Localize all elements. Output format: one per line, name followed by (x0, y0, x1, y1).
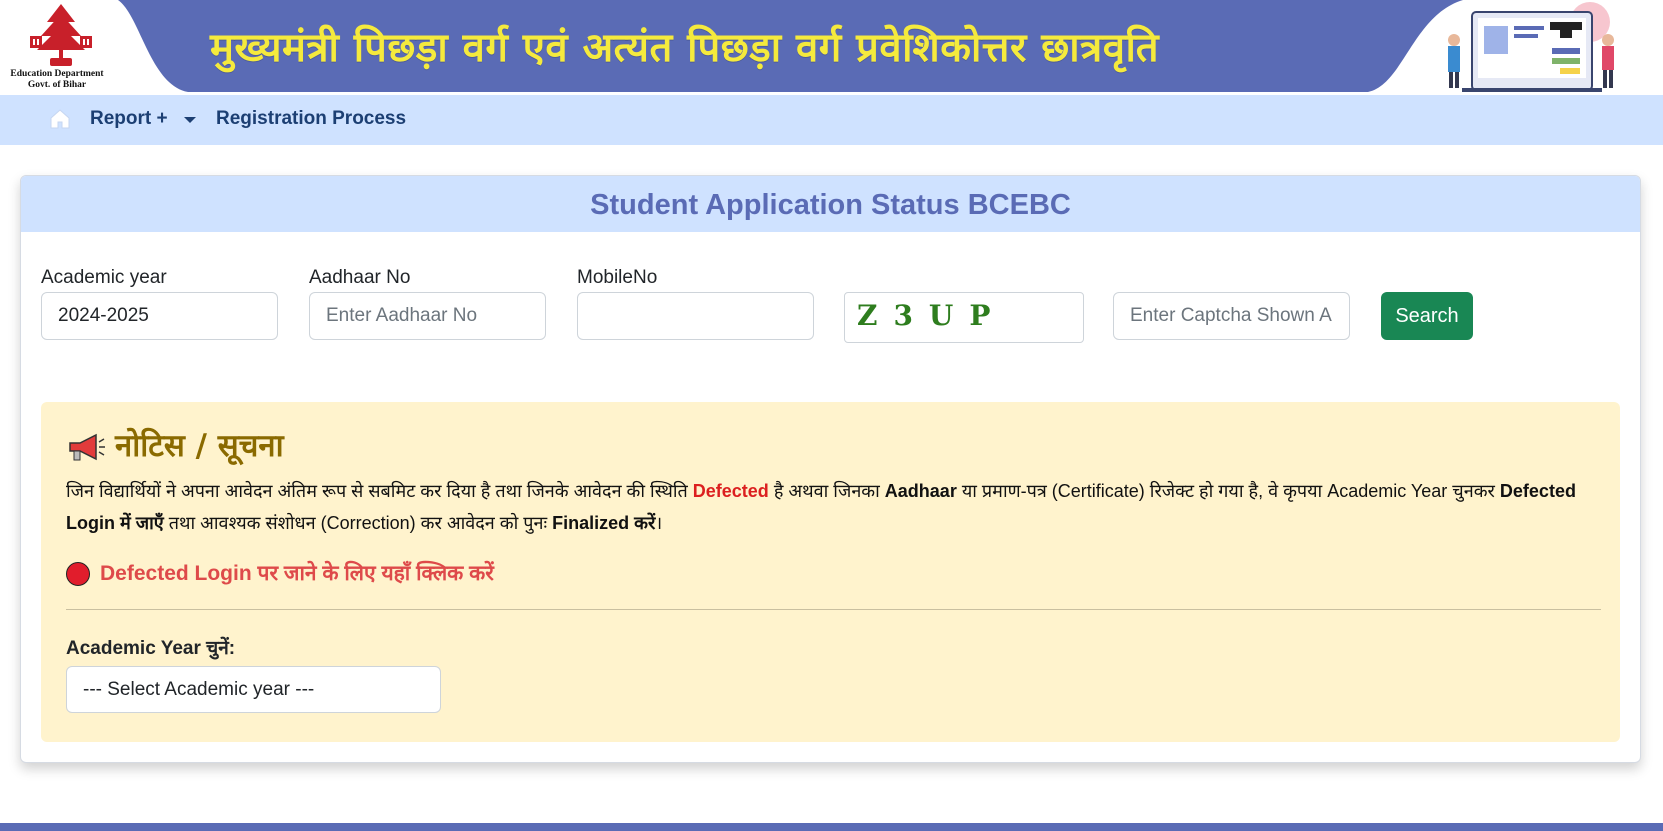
search-button[interactable]: Search (1381, 292, 1473, 340)
chevron-down-icon[interactable] (184, 117, 196, 123)
notice-text-end: । (655, 513, 663, 533)
aadhaar-label: Aadhaar No (309, 267, 411, 288)
bodhi-tree-emblem-icon (30, 4, 92, 66)
scholarship-illustration-icon (1448, 2, 1614, 92)
registration-process-link[interactable]: Registration Process (216, 108, 406, 130)
logo-caption-department: Education Department (10, 69, 104, 79)
mobile-label: MobileNo (577, 267, 658, 288)
notice-message: जिन विद्यार्थियों ने अपना आवेदन अंतिम रू… (66, 475, 1601, 539)
defected-login-link-text[interactable]: Defected Login पर जाने के लिए यहाँ क्लिक… (100, 559, 494, 587)
application-status-card: Student Application Status BCEBC Academi… (20, 175, 1641, 763)
captcha-input[interactable] (1113, 292, 1350, 340)
academic-year-label: Academic year (41, 267, 167, 288)
report-menu[interactable]: Report + (90, 108, 168, 130)
notice-panel: नोटिस / सूचना जिन विद्यार्थियों ने अपना … (41, 402, 1620, 742)
notice-title: नोटिस / सूचना (115, 428, 284, 464)
mobile-input[interactable] (577, 292, 814, 340)
card-header: Student Application Status BCEBC (21, 176, 1640, 232)
defected-status-text: Defected (692, 481, 769, 501)
captcha-text: Z3UP (857, 299, 1007, 332)
logo-caption-government: Govt. of Bihar (27, 80, 87, 90)
academic-year-field[interactable] (41, 292, 278, 340)
captcha-image: Z3UP (844, 292, 1084, 343)
notice-text-part: या प्रमाण-पत्र (Certificate) रिजेक्ट हो … (956, 481, 1500, 501)
finalized-bold-text: Finalized करें (552, 513, 656, 533)
red-circle-icon (66, 562, 90, 586)
notice-text-part: है अथवा जिनका (768, 481, 885, 501)
footer-bar (0, 823, 1663, 831)
aadhaar-input[interactable] (309, 292, 546, 340)
megaphone-icon (69, 433, 105, 461)
page-header: Education Department Govt. of Bihar मुख्… (0, 0, 1663, 95)
divider (66, 609, 1601, 610)
academic-year-select[interactable]: --- Select Academic year --- (66, 666, 441, 713)
card-title: Student Application Status BCEBC (590, 189, 1071, 221)
home-icon[interactable] (48, 107, 72, 131)
page-title: मुख्यमंत्री पिछड़ा वर्ग एवं अत्यंत पिछड़… (210, 25, 1160, 71)
aadhaar-bold-text: Aadhaar (884, 481, 957, 501)
top-navigation-bar: Report + Registration Process (0, 95, 1663, 145)
notice-text-part: जिन विद्यार्थियों ने अपना आवेदन अंतिम रू… (66, 481, 693, 501)
academic-year-select-label: Academic Year चुनें: (66, 638, 236, 659)
notice-text-part: तथा आवश्यक संशोधन (Correction) कर आवेदन … (163, 513, 553, 533)
